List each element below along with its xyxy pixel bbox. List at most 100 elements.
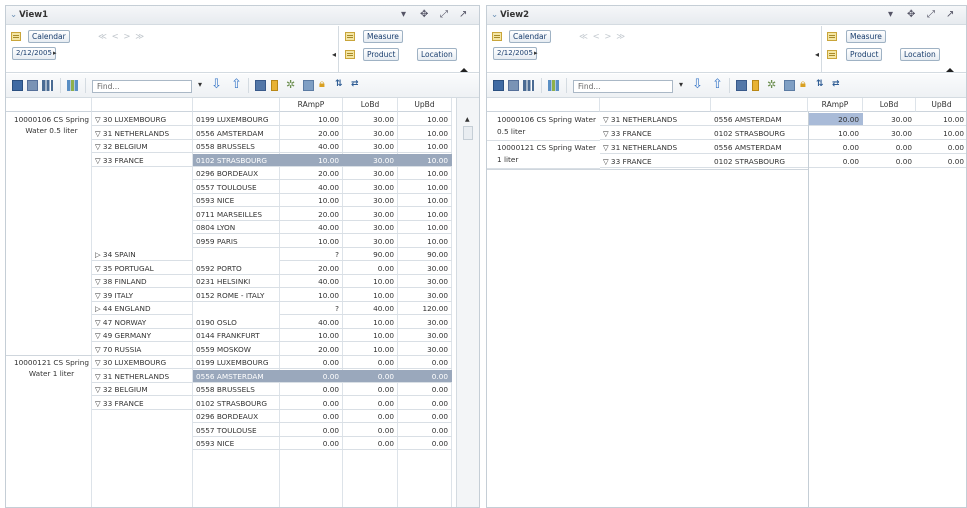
date-selector[interactable]: 2/12/2005 [493, 47, 537, 60]
city-member[interactable]: 0199 LUXEMBOURG [193, 356, 280, 369]
city-member[interactable]: 0558 BRUSSELS [193, 383, 280, 396]
find-next-icon[interactable]: ⇩ [692, 77, 703, 92]
country-member[interactable]: ▽ 70 RUSSIA [92, 343, 193, 356]
product-dimension-button[interactable]: Product [363, 48, 400, 61]
pivot-icon[interactable] [736, 80, 747, 91]
city-member[interactable]: 0557 TOULOUSE [193, 181, 280, 194]
city-member[interactable]: 0190 OSLO [193, 316, 280, 329]
date-dropdown-icon[interactable]: ▸ [53, 49, 57, 57]
chart-view-icon[interactable] [523, 80, 534, 91]
find-dropdown-icon[interactable]: ▾ [679, 80, 683, 89]
data-cell[interactable]: 0.00 [343, 437, 398, 450]
data-cell[interactable]: 10.00 [280, 153, 343, 167]
grid-view-icon[interactable] [12, 80, 23, 91]
data-cell[interactable]: 40.00 [343, 302, 398, 315]
data-cell[interactable]: 0.00 [863, 155, 916, 168]
move-icon[interactable]: ✥ [907, 9, 915, 21]
scrollbar-thumb[interactable] [463, 126, 473, 140]
highlight-icon[interactable] [752, 80, 759, 91]
data-cell[interactable]: 90.00 [343, 248, 398, 261]
data-cell[interactable]: 10.00 [398, 208, 452, 221]
data-cell[interactable]: 10.00 [398, 235, 452, 248]
chart-type-icon[interactable] [67, 80, 78, 91]
column-header-lobd[interactable]: LoBd [343, 98, 398, 112]
country-member[interactable]: ▽ 38 FINLAND [92, 275, 193, 288]
country-member[interactable]: ▽ 33 FRANCE [600, 155, 711, 168]
data-cell[interactable]: 0.00 [280, 397, 343, 410]
settings-icon[interactable]: ✲ [286, 78, 295, 91]
data-cell[interactable]: 10.00 [343, 343, 398, 356]
data-cell[interactable]: 0.00 [398, 424, 452, 437]
format-icon[interactable] [303, 80, 314, 91]
city-member[interactable]: 0102 STRASBOURG [711, 127, 808, 140]
data-cell[interactable]: 10.00 [280, 113, 343, 126]
move-icon[interactable]: ✥ [420, 9, 428, 21]
swap-columns-icon[interactable]: ⇄ [832, 79, 840, 89]
city-member[interactable]: 0102 STRASBOURG [711, 155, 808, 168]
swap-columns-icon[interactable]: ⇄ [351, 79, 359, 89]
data-cell[interactable]: 10.00 [343, 275, 398, 288]
resize-icon[interactable]: ⤢ [927, 9, 935, 21]
data-cell[interactable]: 30.00 [343, 194, 398, 207]
data-cell[interactable]: 0.00 [280, 383, 343, 396]
data-cell[interactable]: 0.00 [343, 410, 398, 423]
lock-icon[interactable]: 🔒︎ [319, 77, 325, 91]
country-member[interactable]: ▷ 34 SPAIN [92, 248, 193, 261]
data-cell[interactable]: 10.00 [343, 316, 398, 329]
city-member[interactable]: 0593 NICE [193, 194, 280, 207]
data-cell[interactable]: 0.00 [280, 369, 343, 383]
data-cell[interactable]: 30.00 [343, 113, 398, 126]
country-member[interactable]: ▽ 32 BELGIUM [92, 383, 193, 396]
swap-rows-icon[interactable]: ⇅ [335, 79, 343, 89]
country-member[interactable]: ▽ 39 ITALY [92, 289, 193, 302]
data-cell[interactable]: 20.00 [280, 208, 343, 221]
city-member[interactable]: 0199 LUXEMBOURG [193, 113, 280, 126]
data-cell[interactable]: 10.00 [398, 113, 452, 126]
country-member[interactable]: ▽ 35 PORTUGAL [92, 262, 193, 275]
city-member[interactable]: 0559 MOSKOW [193, 343, 280, 356]
data-cell[interactable]: 20.00 [809, 113, 863, 126]
product-member[interactable]: 10000106 CS Spring Water 0.5 liter [8, 113, 92, 153]
city-member[interactable]: 0296 BORDEAUX [193, 410, 280, 423]
column-header-rampp[interactable]: RAmpP [280, 98, 343, 112]
grid-chart-view-icon[interactable] [508, 80, 519, 91]
dims-collapse-icon[interactable] [460, 68, 468, 72]
data-cell[interactable]: 0.00 [916, 141, 966, 154]
country-member[interactable]: ▷ 44 ENGLAND [92, 302, 193, 315]
country-member[interactable]: ▽ 33 FRANCE [92, 397, 193, 410]
data-cell[interactable]: 10.00 [280, 235, 343, 248]
data-cell[interactable]: 0.00 [280, 424, 343, 437]
grid-view-icon[interactable] [493, 80, 504, 91]
data-cell[interactable]: 10.00 [280, 194, 343, 207]
country-member[interactable]: ▽ 47 NORWAY [92, 316, 193, 329]
data-cell[interactable]: 0.00 [280, 356, 343, 369]
country-member[interactable]: ▽ 31 NETHERLANDS [92, 370, 193, 383]
data-cell[interactable]: 120.00 [398, 302, 452, 315]
data-cell[interactable]: 10.00 [343, 289, 398, 302]
city-member[interactable]: 0144 FRANKFURT [193, 329, 280, 342]
data-cell[interactable]: 10.00 [916, 113, 966, 126]
city-member[interactable]: 0592 PORTO [193, 262, 280, 275]
pivot-icon[interactable] [255, 80, 266, 91]
data-cell[interactable]: 0.00 [398, 369, 452, 383]
grid-chart-view-icon[interactable] [27, 80, 38, 91]
country-member[interactable]: ▽ 30 LUXEMBOURG [92, 113, 193, 126]
data-cell[interactable]: 30.00 [398, 289, 452, 302]
calendar-dimension-button[interactable]: Calendar [28, 30, 70, 43]
data-cell[interactable]: 40.00 [280, 316, 343, 329]
column-header-upbd[interactable]: UpBd [916, 98, 966, 112]
data-cell[interactable]: 0.00 [280, 410, 343, 423]
city-member[interactable]: 0558 BRUSSELS [193, 140, 280, 153]
settings-icon[interactable]: ✲ [767, 78, 776, 91]
city-member[interactable]: 0102 STRASBOURG [193, 153, 280, 167]
data-cell[interactable]: 0.00 [343, 424, 398, 437]
find-dropdown-icon[interactable]: ▾ [198, 80, 202, 89]
column-header-upbd[interactable]: UpBd [398, 98, 452, 112]
country-member[interactable]: ▽ 32 BELGIUM [92, 140, 193, 153]
format-icon[interactable] [784, 80, 795, 91]
column-header-lobd[interactable]: LoBd [863, 98, 916, 112]
data-cell[interactable]: 30.00 [343, 140, 398, 153]
country-member[interactable]: ▽ 33 FRANCE [92, 154, 193, 167]
data-cell[interactable]: 20.00 [280, 127, 343, 140]
city-member[interactable]: 0556 AMSTERDAM [711, 141, 808, 154]
